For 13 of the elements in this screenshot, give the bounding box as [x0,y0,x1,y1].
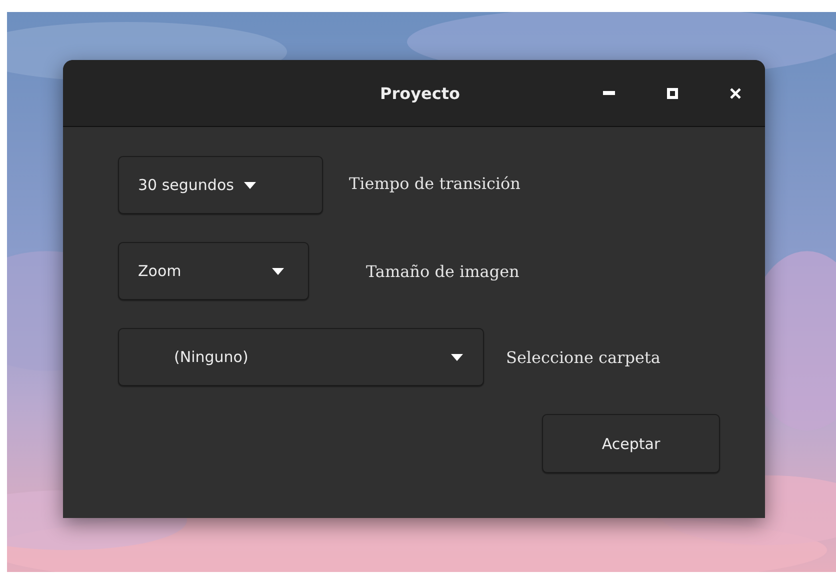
dropdown[interactable]: (Ninguno) [118,328,484,386]
caret-icon [451,354,463,360]
accept-button[interactable]: Aceptar [542,414,720,473]
setting-label: Seleccione carpeta [506,348,660,366]
caret-icon [272,268,284,274]
dropdown[interactable]: Zoom [118,242,309,300]
window-title: Proyecto [380,84,460,102]
maximize-icon[interactable] [667,88,678,98]
setting-label: Tamaño de imagen [366,262,520,280]
caret-icon [244,182,256,188]
setting-label: Tiempo de transición [349,174,520,192]
dropdown[interactable]: 30 segundos [118,156,323,214]
close-icon[interactable] [730,88,741,98]
